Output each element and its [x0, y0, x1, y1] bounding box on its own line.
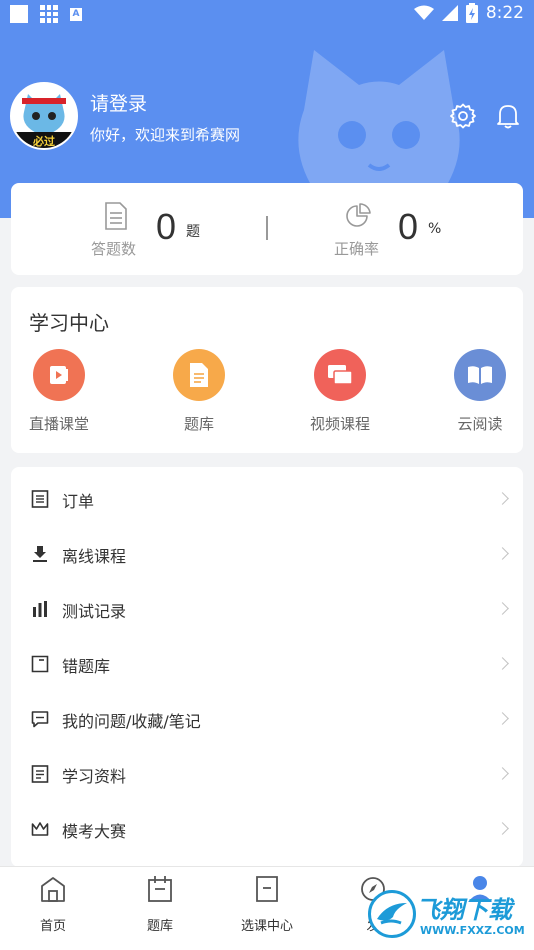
menu-item-label: 我的问题/收藏/笔记 — [62, 712, 201, 731]
study-item-cloud-reading[interactable]: 云阅读 — [430, 349, 530, 434]
menu-item-study-materials[interactable]: 学习资料 — [11, 747, 523, 802]
download-icon — [33, 546, 47, 562]
course-doc-icon — [256, 876, 278, 902]
welcome-text: 你好，欢迎来到希赛网 — [90, 126, 241, 144]
answer-sheet-icon — [105, 202, 127, 230]
answered-value: 0 — [156, 206, 177, 247]
menu-item-mock-exam[interactable]: 模考大赛 — [11, 802, 523, 857]
avatar[interactable]: 必过 — [10, 82, 78, 150]
app-grid-icon — [40, 5, 58, 23]
study-item-question-bank[interactable]: 题库 — [149, 349, 249, 434]
chevron-right-icon — [496, 602, 509, 615]
nav-question-bank[interactable]: 题库 — [107, 875, 213, 934]
bar-chart-icon — [33, 601, 47, 617]
stats-card: 答题数 0 题 正确率 0 % — [11, 183, 523, 275]
study-item-label: 直播课堂 — [28, 415, 89, 433]
accuracy-value: 0 — [398, 206, 419, 247]
menu-item-questions-favorites-notes[interactable]: 我的问题/收藏/笔记 — [11, 692, 523, 747]
pie-chart-icon — [346, 203, 371, 227]
menu-item-label: 错题库 — [62, 657, 111, 676]
status-time: 8:22 — [485, 3, 524, 23]
watermark-url: WWW.FXXZ.COM — [420, 924, 525, 937]
answered-unit: 题 — [186, 224, 200, 240]
signal-icon — [441, 5, 458, 21]
bell-icon[interactable] — [496, 103, 520, 129]
menu-item-label: 模考大赛 — [62, 822, 127, 841]
order-icon — [31, 490, 49, 508]
home-icon — [41, 877, 65, 902]
menu-item-test-records[interactable]: 测试记录 — [11, 582, 523, 637]
wrong-question-icon — [31, 655, 49, 673]
calendar-icon — [148, 876, 172, 902]
watermark-logo: 飞翔下载 WWW.FXXZ.COM — [368, 884, 530, 944]
study-center-title: 学习中心 — [29, 311, 109, 335]
study-item-video-course[interactable]: 视频课程 — [290, 349, 390, 434]
crown-icon — [31, 822, 49, 836]
nav-course-center[interactable]: 选课中心 — [214, 875, 320, 934]
nav-label: 首页 — [39, 919, 66, 934]
keyboard-a-icon: A — [70, 7, 82, 21]
watermark-bird-icon — [368, 890, 416, 938]
stats-divider — [266, 216, 268, 240]
accuracy-unit: % — [428, 221, 442, 237]
login-prompt[interactable]: 请登录 — [90, 89, 147, 116]
study-item-label: 视频课程 — [309, 415, 370, 433]
study-center-card: 学习中心 直播课堂 题库 视频课程 云阅读 — [11, 287, 523, 453]
watermark-title: 飞翔下载 — [416, 896, 512, 924]
nav-label: 选课中心 — [240, 919, 293, 934]
study-item-live[interactable]: 直播课堂 — [9, 349, 109, 434]
document-icon — [173, 349, 225, 401]
accuracy-label: 正确率 — [334, 240, 380, 258]
menu-item-label: 学习资料 — [62, 767, 127, 786]
screens-icon — [314, 349, 366, 401]
study-item-label: 题库 — [183, 415, 214, 433]
nav-home[interactable]: 首页 — [0, 875, 106, 934]
notification-square-icon — [10, 5, 28, 23]
chevron-right-icon — [496, 657, 509, 670]
gear-icon[interactable] — [450, 103, 476, 129]
avatar-badge-text: 必过 — [33, 135, 55, 148]
open-book-icon — [454, 349, 506, 401]
wifi-icon — [413, 5, 434, 20]
chat-icon — [31, 711, 49, 728]
menu-item-label: 测试记录 — [62, 602, 127, 621]
chevron-right-icon — [496, 767, 509, 780]
chevron-right-icon — [496, 822, 509, 835]
answered-label: 答题数 — [91, 240, 137, 258]
list-doc-icon — [31, 765, 49, 783]
chevron-right-icon — [496, 547, 509, 560]
chevron-right-icon — [496, 712, 509, 725]
menu-item-wrong-questions[interactable]: 错题库 — [11, 637, 523, 692]
chevron-right-icon — [496, 492, 509, 505]
menu-item-offline-courses[interactable]: 离线课程 — [11, 527, 523, 582]
menu-item-label: 离线课程 — [62, 547, 127, 566]
study-item-label: 云阅读 — [457, 415, 503, 433]
battery-icon — [465, 3, 478, 23]
menu-item-orders[interactable]: 订单 — [11, 472, 523, 527]
menu-list: 订单 离线课程 测试记录 错题库 我的问题/收藏/笔记 学习资料 模考大赛 — [11, 467, 523, 867]
nav-label: 题库 — [146, 919, 173, 934]
status-bar: A 8:22 — [0, 0, 534, 30]
menu-item-label: 订单 — [62, 492, 95, 511]
play-video-icon — [33, 349, 85, 401]
